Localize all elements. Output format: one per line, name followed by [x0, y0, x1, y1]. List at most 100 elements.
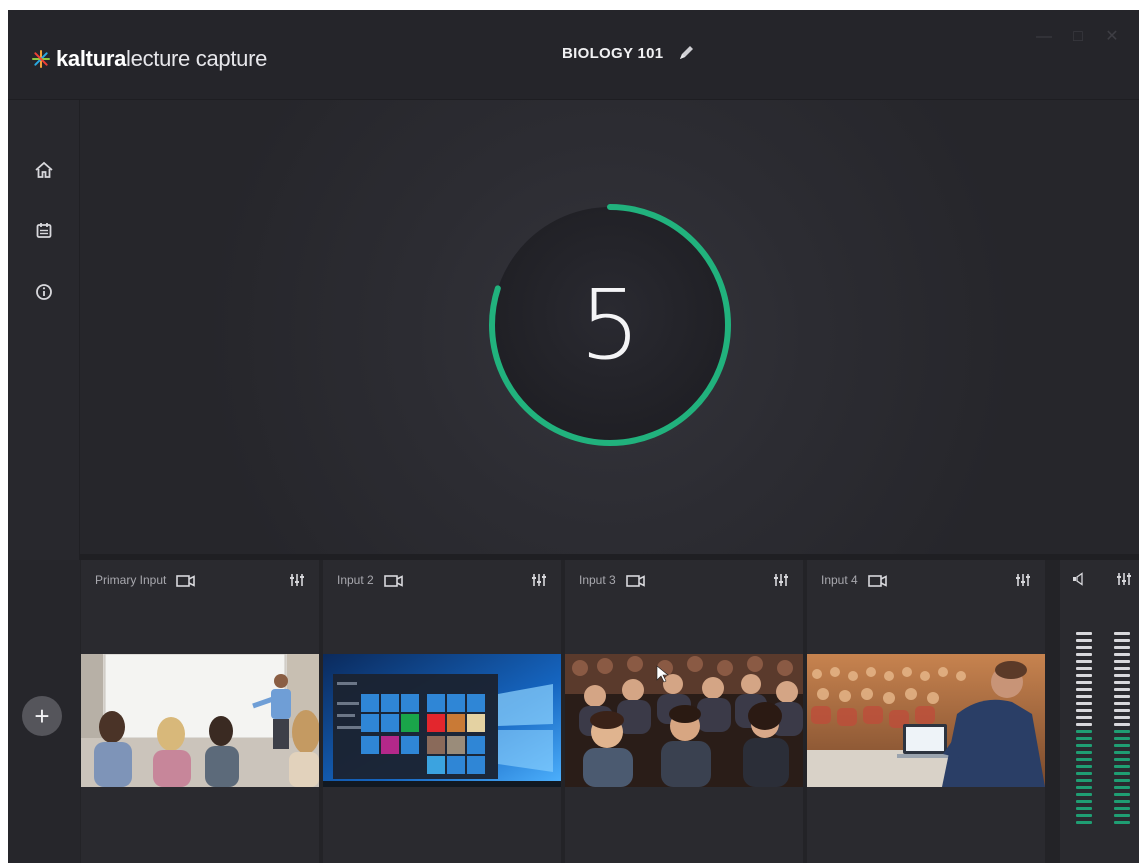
countdown-stage: 5	[80, 100, 1139, 560]
countdown-number: 5	[579, 269, 641, 381]
meter-segment	[1114, 814, 1130, 817]
mixer-settings-icon[interactable]	[773, 573, 789, 587]
input-card-3[interactable]: Input 3	[565, 560, 803, 863]
meter-segment	[1114, 765, 1130, 768]
meter-segment	[1114, 709, 1130, 712]
meter-segment	[1114, 646, 1130, 649]
meter-segment	[1076, 807, 1092, 810]
meter-segment	[1114, 667, 1130, 670]
meter-segment	[1114, 807, 1130, 810]
input-card-header: Input 3	[565, 560, 803, 600]
sidebar	[8, 100, 80, 560]
close-button[interactable]: ✕	[1103, 28, 1121, 46]
camera-icon[interactable]	[625, 574, 646, 587]
meter-segment	[1076, 723, 1092, 726]
audio-panel	[1060, 560, 1139, 863]
meter-segment	[1076, 821, 1092, 824]
meter-segment	[1114, 660, 1130, 663]
meter-segment	[1076, 632, 1092, 635]
meter-segment	[1076, 688, 1092, 691]
speaker-icon[interactable]	[1072, 572, 1086, 591]
meter-segment	[1076, 758, 1092, 761]
minimize-button[interactable]: —	[1035, 28, 1053, 46]
meter-segment	[1114, 702, 1130, 705]
course-title: BIOLOGY 101	[562, 44, 695, 62]
input-card-2[interactable]: Input 2	[323, 560, 561, 863]
meter-segment	[1076, 681, 1092, 684]
meter-segment	[1114, 688, 1130, 691]
calendar-icon[interactable]	[30, 216, 58, 244]
meter-segment	[1076, 765, 1092, 768]
meter-segment	[1114, 751, 1130, 754]
input-card-primary[interactable]: Primary Input	[81, 560, 319, 863]
meter-segment	[1076, 653, 1092, 656]
meter-segment	[1076, 674, 1092, 677]
input-preview-desktop	[323, 654, 561, 787]
app-window: kalturalecture capture BIOLOGY 101 — □ ✕	[8, 10, 1139, 863]
meter-segment	[1114, 674, 1130, 677]
meter-segment	[1114, 723, 1130, 726]
meter-segment	[1114, 695, 1130, 698]
input-label: Input 2	[337, 573, 374, 587]
meter-segment	[1076, 786, 1092, 789]
input-preview-lecture-hall	[807, 654, 1045, 787]
home-icon[interactable]	[30, 156, 58, 184]
meter-segment	[1076, 814, 1092, 817]
meter-segment	[1114, 793, 1130, 796]
input-card-4[interactable]: Input 4	[807, 560, 1045, 863]
meter-segment	[1076, 779, 1092, 782]
meter-segment	[1076, 709, 1092, 712]
input-card-header: Input 2	[323, 560, 561, 600]
audio-level-meter-left	[1076, 632, 1092, 828]
mixer-settings-icon[interactable]	[531, 573, 547, 587]
meter-segment	[1076, 737, 1092, 740]
meter-segment	[1076, 744, 1092, 747]
meter-segment	[1114, 744, 1130, 747]
meter-segment	[1114, 786, 1130, 789]
edit-pencil-icon[interactable]	[677, 44, 695, 62]
countdown-timer: 5	[485, 200, 735, 450]
info-icon[interactable]	[30, 278, 58, 306]
course-title-text: BIOLOGY 101	[562, 44, 664, 62]
camera-icon[interactable]	[867, 574, 888, 587]
add-input-column: +	[8, 560, 80, 863]
add-input-button[interactable]: +	[22, 696, 62, 736]
meter-segment	[1114, 737, 1130, 740]
meter-segment	[1114, 632, 1130, 635]
meter-segment	[1114, 800, 1130, 803]
input-preview-classroom	[81, 654, 319, 787]
meter-segment	[1114, 681, 1130, 684]
meter-segment	[1114, 758, 1130, 761]
meter-segment	[1076, 646, 1092, 649]
meter-segment	[1076, 772, 1092, 775]
inputs-panel: + Primary Input Input 2 Input 3 Input 4	[8, 560, 1139, 863]
input-card-header: Input 4	[807, 560, 1045, 600]
meter-segment	[1114, 730, 1130, 733]
input-label: Primary Input	[95, 573, 167, 587]
kaltura-logo-mark-icon	[30, 48, 52, 70]
meter-segment	[1076, 800, 1092, 803]
meter-segment	[1114, 716, 1130, 719]
title-bar: kalturalecture capture BIOLOGY 101 — □ ✕	[8, 10, 1139, 100]
app-name: kalturalecture capture	[56, 46, 268, 71]
meter-segment	[1114, 639, 1130, 642]
kaltura-logo: kalturalecture capture	[30, 46, 267, 72]
audio-level-meter-right	[1114, 632, 1130, 828]
meter-segment	[1114, 821, 1130, 824]
meter-segment	[1114, 772, 1130, 775]
meter-segment	[1076, 667, 1092, 670]
camera-icon[interactable]	[176, 574, 196, 587]
audio-mixer-icon[interactable]	[1116, 572, 1132, 591]
meter-segment	[1076, 716, 1092, 719]
meter-segment	[1076, 695, 1092, 698]
meter-segment	[1076, 702, 1092, 705]
input-label: Input 3	[579, 573, 616, 587]
meter-segment	[1076, 751, 1092, 754]
meter-segment	[1076, 793, 1092, 796]
meter-segment	[1114, 779, 1130, 782]
meter-segment	[1114, 653, 1130, 656]
mixer-settings-icon[interactable]	[289, 573, 305, 587]
camera-icon[interactable]	[383, 574, 404, 587]
maximize-button[interactable]: □	[1069, 28, 1087, 46]
mixer-settings-icon[interactable]	[1015, 573, 1031, 587]
